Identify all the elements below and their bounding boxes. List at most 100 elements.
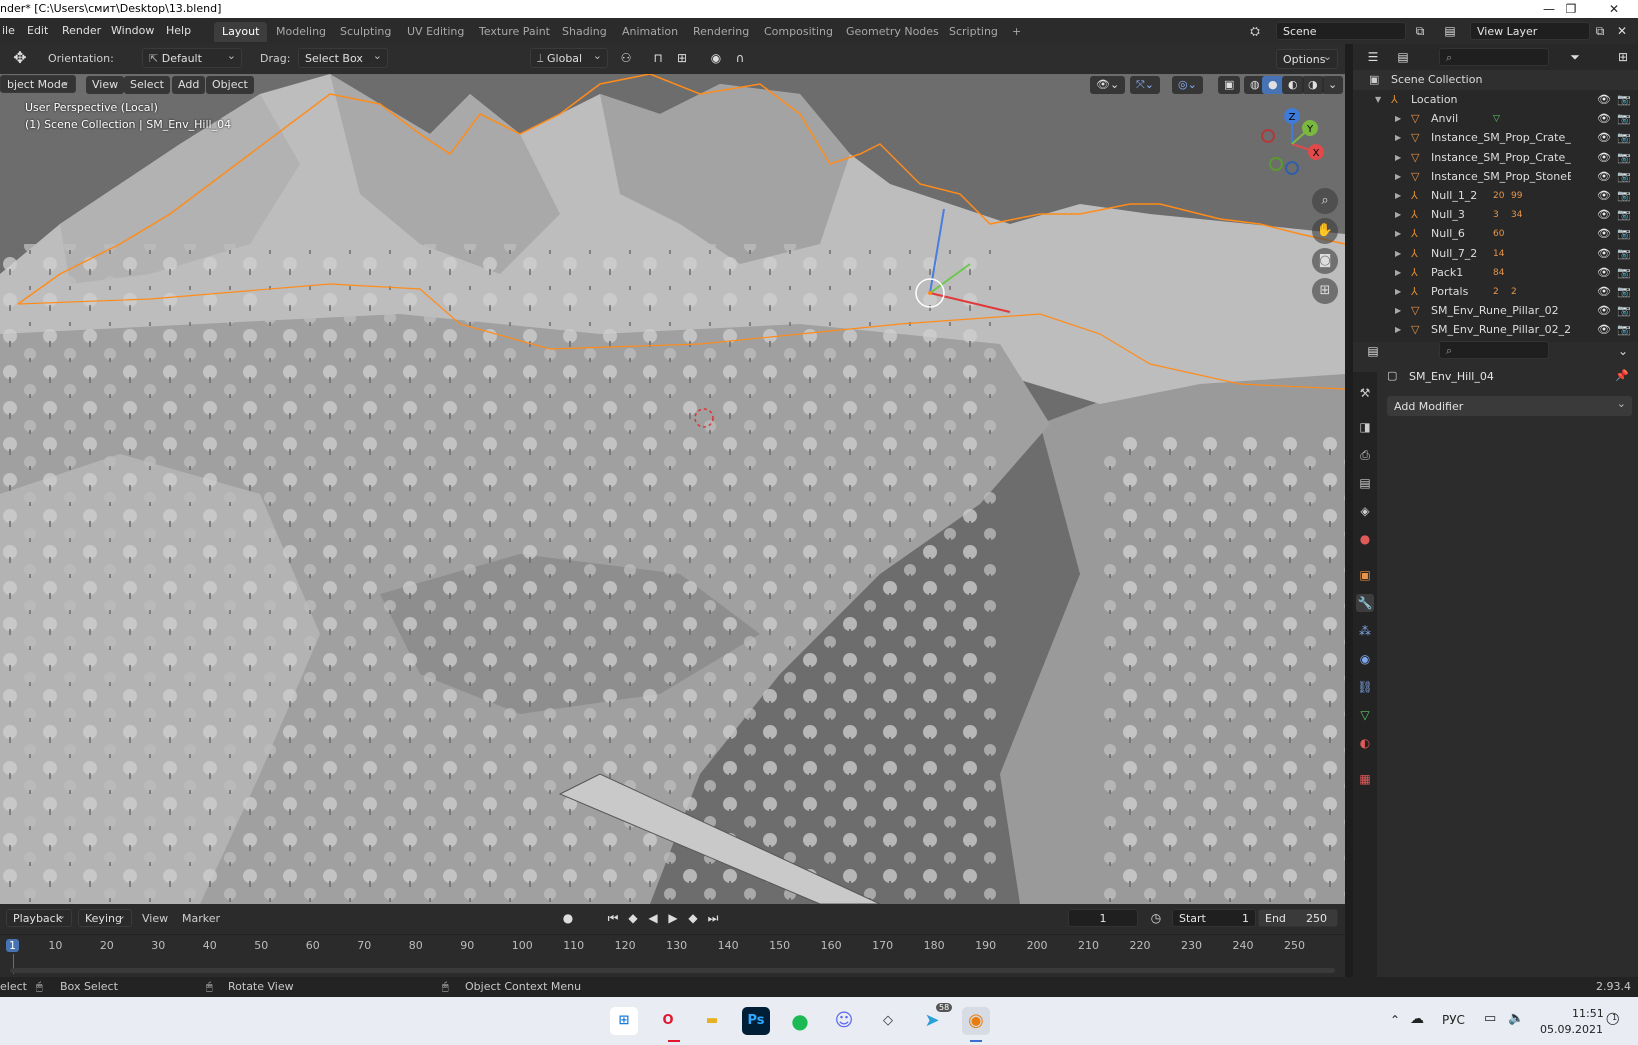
render-camera-icon[interactable]: 📷	[1617, 90, 1631, 110]
eye-icon[interactable]: 👁	[1597, 167, 1611, 187]
new-collection-icon[interactable]: ⊞	[1613, 47, 1633, 67]
editor-type-icon[interactable]: ☰	[1363, 47, 1383, 67]
pin-icon[interactable]: 📌	[1615, 369, 1629, 382]
falloff-icon[interactable]: ∩	[730, 48, 750, 68]
tab-layout[interactable]: Layout	[214, 22, 268, 42]
filter-icon[interactable]: ⏷	[1565, 47, 1585, 67]
discord-icon[interactable]: ☺	[830, 1007, 858, 1035]
view-layer-icon[interactable]: ▤	[1440, 21, 1460, 41]
child-count-badge[interactable]: 20	[1493, 186, 1504, 206]
expand-icon[interactable]: ▶	[1395, 224, 1401, 244]
eye-icon[interactable]: 👁	[1597, 244, 1611, 264]
eye-icon[interactable]: 👁	[1597, 186, 1611, 206]
render-camera-icon[interactable]: 📷	[1617, 148, 1631, 168]
menu-render[interactable]: Render	[62, 24, 101, 37]
navigation-gizmo[interactable]: Z X Y	[1252, 104, 1332, 184]
view-layer-field[interactable]: View Layer	[1470, 22, 1590, 40]
proportional-edit-icon[interactable]: ◉	[706, 48, 726, 68]
expand-icon[interactable]: ▶	[1395, 320, 1401, 340]
start-frame-field[interactable]: Start 1	[1172, 909, 1256, 927]
outliner-row[interactable]: ▶ ▽ Instance_SM_Prop_Crate_01 👁 📷	[1353, 128, 1638, 148]
add-modifier-dropdown[interactable]: Add Modifier	[1387, 394, 1632, 416]
eye-icon[interactable]: 👁	[1597, 282, 1611, 302]
properties-editor-type-icon[interactable]: ▤	[1363, 341, 1383, 361]
constraints-tab-icon[interactable]: ⛓	[1356, 678, 1374, 696]
network-icon[interactable]: ▭	[1484, 1011, 1496, 1026]
record-icon[interactable]: ●	[558, 908, 578, 928]
eye-icon[interactable]: 👁	[1597, 128, 1611, 148]
options-dropdown[interactable]: Options	[1276, 47, 1338, 69]
expand-icon[interactable]: ▶	[1395, 205, 1401, 225]
child-count-badge[interactable]: 14	[1493, 244, 1504, 264]
unity-icon[interactable]: ◇	[874, 1007, 902, 1035]
expand-icon[interactable]: ▶	[1395, 282, 1401, 302]
outliner-row[interactable]: ▶ ⅄ Null_1_2 👁 📷 20 99	[1353, 186, 1638, 206]
overlay-toggle-icon[interactable]: ◎⌄	[1172, 76, 1203, 94]
playhead[interactable]: 1	[6, 939, 19, 952]
tab-scripting[interactable]: Scripting	[941, 22, 1006, 42]
remove-view-layer-icon[interactable]: ✕	[1612, 21, 1632, 41]
volume-icon[interactable]: 🔈	[1508, 1011, 1524, 1026]
modifier-tab-icon[interactable]: 🔧	[1356, 594, 1374, 612]
clock-icon[interactable]: ◷	[1146, 908, 1166, 928]
eye-icon[interactable]: 👁	[1597, 109, 1611, 129]
language-indicator[interactable]: РУС	[1442, 1013, 1465, 1027]
expand-icon[interactable]: ▶	[1395, 109, 1401, 129]
tab-geometry-nodes[interactable]: Geometry Nodes	[838, 22, 947, 42]
expand-icon[interactable]: ▼	[1375, 90, 1381, 110]
restore-icon[interactable]: ❐	[1551, 0, 1591, 18]
tab-sculpting[interactable]: Sculpting	[332, 22, 399, 42]
expand-icon[interactable]: ▶	[1395, 263, 1401, 283]
eye-icon[interactable]: 👁	[1597, 263, 1611, 283]
camera-icon[interactable]: ◙	[1312, 248, 1338, 274]
eye-icon[interactable]: 👁	[1597, 224, 1611, 244]
eye-icon[interactable]: 👁	[1597, 148, 1611, 168]
snap-icon[interactable]: ⊓	[648, 48, 668, 68]
render-camera-icon[interactable]: 📷	[1617, 167, 1631, 187]
properties-search[interactable]: ⌕	[1439, 341, 1549, 359]
blender-icon[interactable]: ◉	[962, 1007, 990, 1035]
play-reverse-icon[interactable]: ◀	[643, 908, 663, 928]
shading-options-icon[interactable]: ⌄	[1322, 76, 1344, 94]
particles-tab-icon[interactable]: ⁂	[1356, 622, 1374, 640]
render-tab-icon[interactable]: ◨	[1356, 418, 1374, 436]
child-count-badge[interactable]: 60	[1493, 224, 1504, 244]
outliner-row-scene-collection[interactable]: ▣ Scene Collection	[1353, 70, 1638, 90]
outliner-row[interactable]: ▶ ⅄ Pack1 👁 📷 84	[1353, 263, 1638, 283]
expand-icon[interactable]: ▶	[1395, 244, 1401, 264]
transform-orientation-dropdown[interactable]: ⟘ Global	[530, 46, 608, 68]
prev-keyframe-icon[interactable]: ◆	[623, 908, 643, 928]
timeline-marker-menu[interactable]: Marker	[182, 912, 220, 925]
outliner-row[interactable]: ▼ ⅄ Location 👁 📷	[1353, 90, 1638, 110]
drag-dropdown[interactable]: Select Box	[298, 46, 388, 68]
perspective-toggle-icon[interactable]: ⊞	[1312, 278, 1338, 304]
material-tab-icon[interactable]: ◐	[1356, 734, 1374, 752]
child-count-badge[interactable]: 2	[1493, 282, 1499, 302]
tab-rendering[interactable]: Rendering	[685, 22, 757, 42]
outliner-row[interactable]: ▶ ▽ Instance_SM_Prop_StoneBlc 👁 📷	[1353, 167, 1638, 187]
opera-icon[interactable]: O	[654, 1007, 682, 1035]
pivot-icon[interactable]: ⚇	[616, 48, 636, 68]
child-count-badge[interactable]: 34	[1511, 205, 1522, 225]
next-keyframe-icon[interactable]: ◆	[683, 908, 703, 928]
scene-tab-icon[interactable]: ◈	[1356, 502, 1374, 520]
photoshop-icon[interactable]: Ps	[742, 1007, 770, 1035]
solid-shading-icon[interactable]: ●	[1262, 76, 1284, 94]
scene-icon[interactable]: ⛭	[1245, 21, 1265, 41]
child-count-badge[interactable]: 3	[1493, 205, 1499, 225]
render-camera-icon[interactable]: 📷	[1617, 205, 1631, 225]
outliner-row[interactable]: ▶ ▽ SM_Env_Rune_Pillar_02_2 👁 📷	[1353, 320, 1638, 340]
file-explorer-icon[interactable]: ▬	[698, 1007, 726, 1035]
orientation-dropdown[interactable]: ⇱ Default	[142, 46, 242, 68]
spotify-icon[interactable]: ●	[786, 1007, 814, 1035]
mesh-data-icon[interactable]: ▽	[1493, 109, 1500, 129]
child-count-badge[interactable]: 2	[1511, 282, 1517, 302]
outliner-row[interactable]: ▶ ⅄ Null_6 👁 📷 60	[1353, 224, 1638, 244]
menu-help[interactable]: Help	[166, 24, 191, 37]
outliner-row[interactable]: ▶ ▽ Anvil 👁 📷 ▽	[1353, 109, 1638, 129]
viewport-select-menu[interactable]: Select	[124, 76, 170, 94]
expand-icon[interactable]: ▶	[1395, 301, 1401, 321]
render-camera-icon[interactable]: 📷	[1617, 244, 1631, 264]
menu-window[interactable]: Window	[111, 24, 154, 37]
tab-texture-paint[interactable]: Texture Paint	[471, 22, 558, 42]
